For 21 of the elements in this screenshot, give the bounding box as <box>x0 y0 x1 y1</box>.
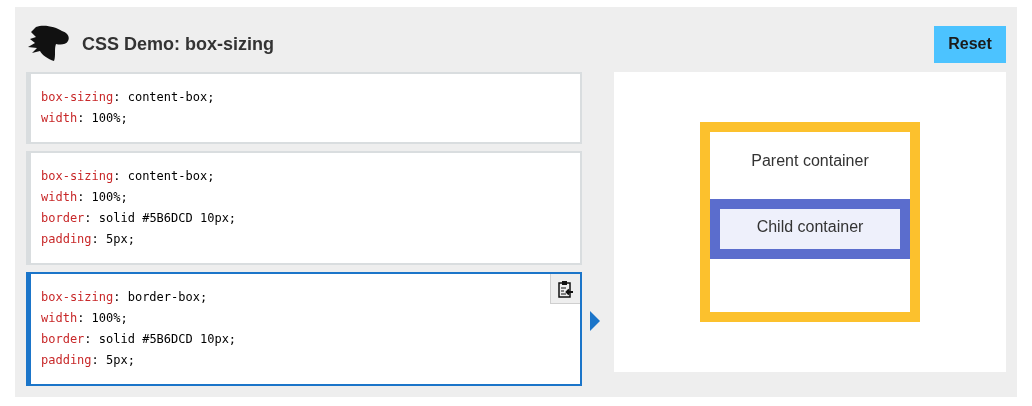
clipboard-icon <box>557 279 574 298</box>
code-line: border: solid #5B6DCD 10px; <box>41 210 237 227</box>
code-line: width: 100%; <box>41 110 128 127</box>
code-line: border: solid #5B6DCD 10px; <box>41 331 237 348</box>
code-block[interactable]: box-sizing: content-box; width: 100%; <box>26 72 582 144</box>
page-title: CSS Demo: box-sizing <box>82 32 274 56</box>
code-line: box-sizing: content-box; <box>41 168 215 185</box>
copy-button[interactable] <box>550 274 580 304</box>
reset-button[interactable]: Reset <box>934 25 1006 63</box>
code-line: padding: 5px; <box>41 352 135 369</box>
code-line: width: 100%; <box>41 310 128 327</box>
triangle-arrow-icon <box>590 310 600 331</box>
code-line: padding: 5px; <box>41 231 135 248</box>
code-line: box-sizing: border-box; <box>41 289 208 306</box>
parent-label: Parent container <box>751 151 869 171</box>
code-line: width: 100%; <box>41 189 128 206</box>
child-label: Child container <box>756 217 864 237</box>
code-block[interactable]: box-sizing: border-box; width: 100%; border: solid #5B6DCD 10px; padding: 5px; <box>26 272 582 386</box>
code-block[interactable]: box-sizing: content-box; width: 100%; border: solid #5B6DCD 10px; padding: 5px; <box>26 151 582 265</box>
dinosaur-head-icon <box>26 25 70 63</box>
code-line: box-sizing: content-box; <box>41 89 215 106</box>
